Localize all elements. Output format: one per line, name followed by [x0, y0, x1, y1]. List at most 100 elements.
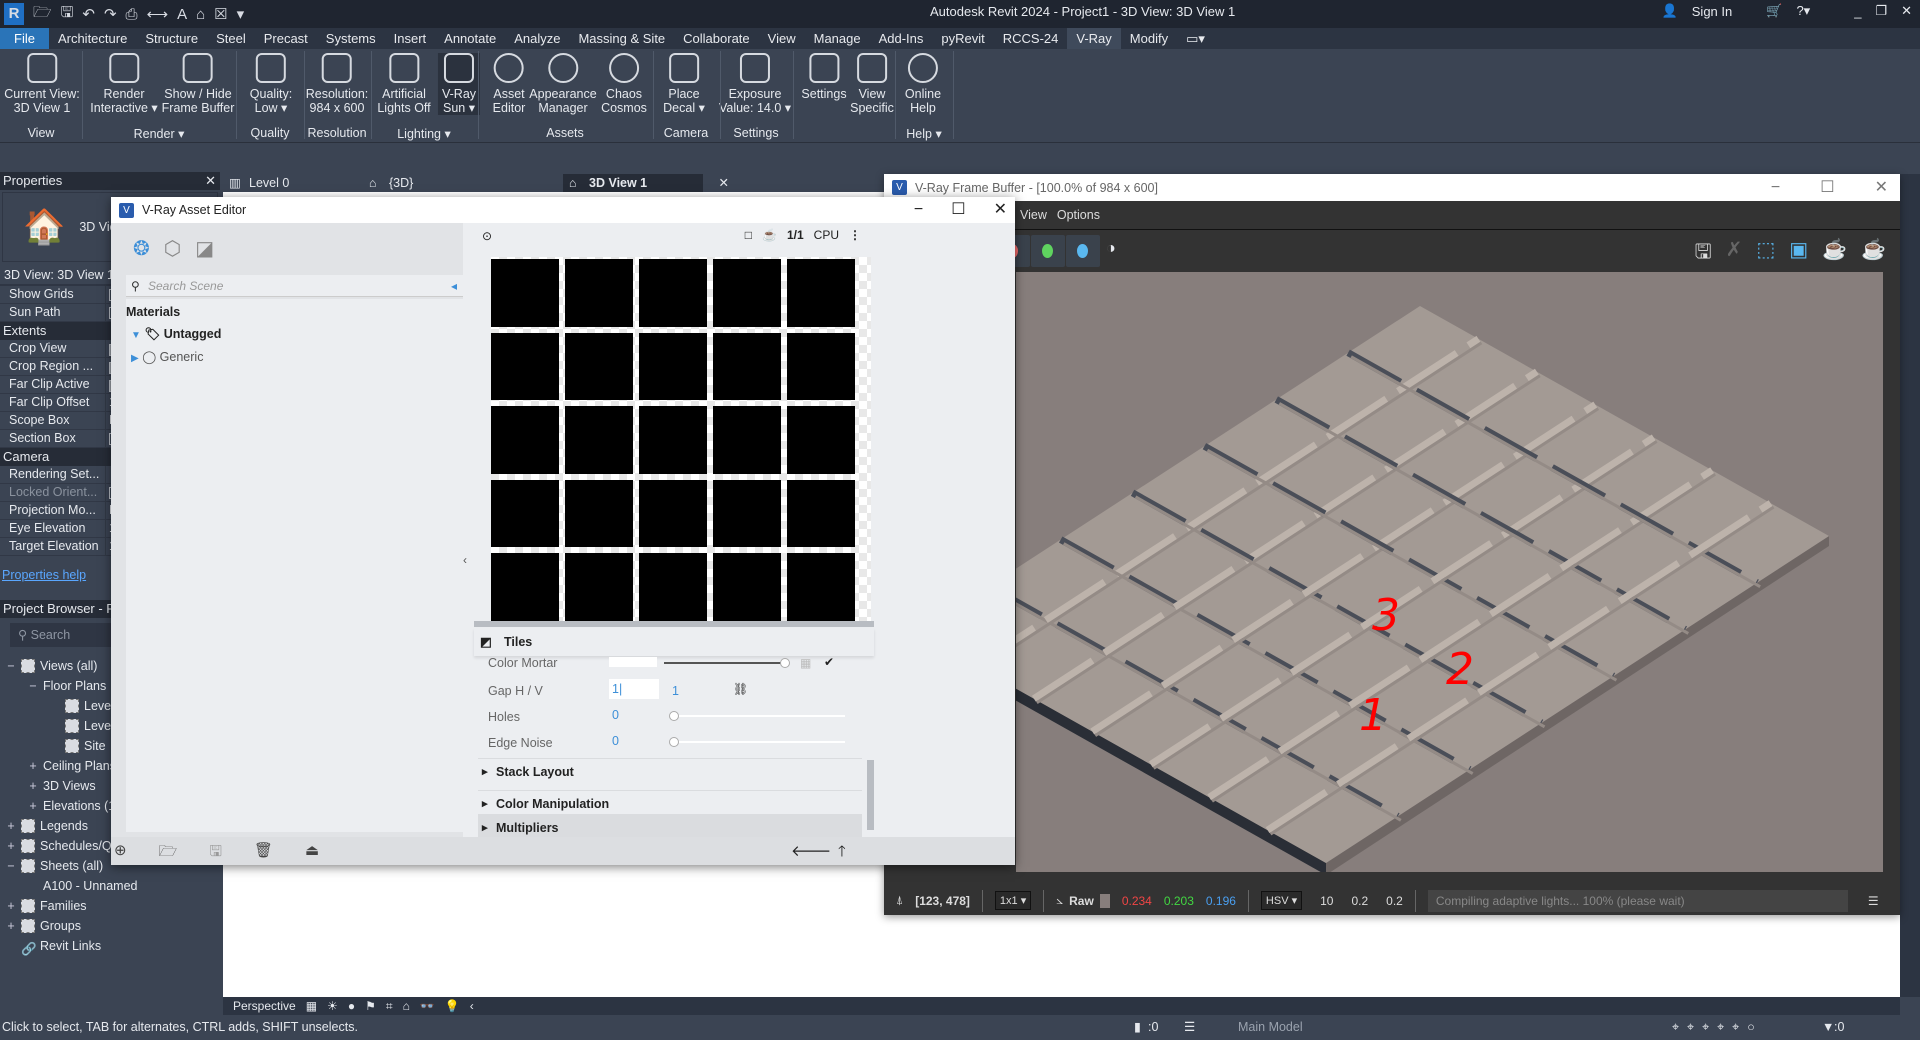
- close-tab-icon[interactable]: ✕: [719, 174, 729, 192]
- minimize-button[interactable]: _: [1854, 4, 1861, 19]
- resolution-button[interactable]: Resolution: 984 x 600: [306, 53, 368, 115]
- close-button[interactable]: ✕: [994, 197, 1007, 223]
- active-model[interactable]: Main Model: [1238, 1015, 1303, 1040]
- rollout-color-manipulation[interactable]: Color Manipulation: [478, 790, 862, 817]
- selection-icons[interactable]: ⌖⌖⌖⌖⌖○: [1672, 1015, 1763, 1040]
- minimize-button[interactable]: −: [1771, 174, 1780, 201]
- ribbon-display-toggle-icon[interactable]: ▭▾: [1177, 28, 1214, 49]
- expand-icon[interactable]: +: [6, 916, 16, 936]
- maximize-button[interactable]: ☐: [951, 197, 965, 223]
- save-file-icon[interactable]: 🖫: [209, 841, 222, 866]
- expand-icon[interactable]: +: [28, 776, 38, 796]
- render-image[interactable]: 3 2 1: [1016, 272, 1883, 872]
- ribbon-panel-label[interactable]: Help ▾: [906, 126, 941, 141]
- gear-button[interactable]: Settings: [801, 53, 847, 101]
- ribbon-tab-collaborate[interactable]: Collaborate: [674, 28, 759, 49]
- ribbon-tab-architecture[interactable]: Architecture: [49, 28, 136, 49]
- ribbon-tab-structure[interactable]: Structure: [136, 28, 207, 49]
- color-mortar-checkbox[interactable]: ✔: [824, 655, 834, 669]
- collapse-icon[interactable]: −: [6, 656, 16, 676]
- tree-item-untagged[interactable]: ▼ 🏷 Untagged: [126, 327, 463, 349]
- cart-icon[interactable]: 🛒: [1766, 3, 1782, 19]
- collapse-icon[interactable]: −: [6, 856, 16, 876]
- ribbon-tab-v-ray[interactable]: V-Ray: [1067, 28, 1121, 49]
- chaos-cosmos-button[interactable]: Chaos Cosmos: [601, 53, 647, 115]
- holes-slider[interactable]: [669, 711, 845, 721]
- ribbon-tab-insert[interactable]: Insert: [385, 28, 436, 49]
- asset-editor-button[interactable]: Asset Editor: [493, 53, 525, 115]
- view-tab[interactable]: ⌂ 3D View 1 ✕: [563, 174, 729, 192]
- customize-qat-icon[interactable]: ▾: [237, 5, 245, 23]
- blue-channel-button[interactable]: [1066, 235, 1100, 267]
- alpha-channel-icon[interactable]: ◑: [1106, 240, 1116, 258]
- text-icon[interactable]: A: [177, 6, 187, 23]
- close-button[interactable]: ✕: [1901, 3, 1912, 19]
- stop-render-icon[interactable]: ☕: [1861, 237, 1886, 271]
- back-arrow-icon[interactable]: 🡐: [791, 841, 831, 860]
- search-scene-input[interactable]: ⚲ Search Scene ◂: [126, 275, 463, 297]
- expand-icon[interactable]: +: [28, 796, 38, 816]
- material-item-generic[interactable]: ▶ ◯ Generic: [126, 349, 463, 371]
- current-view-button[interactable]: Current View: 3D View 1: [4, 53, 80, 115]
- visual-style-icon[interactable]: ▦: [306, 999, 317, 1013]
- sign-in-button[interactable]: Sign In: [1692, 4, 1732, 19]
- collapse-icon[interactable]: −: [28, 676, 38, 696]
- view-tab[interactable]: ▥ Level 0: [223, 174, 363, 192]
- zoom-dropdown[interactable]: 1x1 ▾: [994, 891, 1032, 910]
- layers-icon[interactable]: ☰: [1868, 894, 1879, 908]
- close-hidden-icon[interactable]: ☒: [214, 5, 227, 23]
- ribbon-tab-systems[interactable]: Systems: [317, 28, 385, 49]
- open-file-icon[interactable]: 🗁: [159, 841, 178, 866]
- undo-icon[interactable]: ↶: [82, 5, 95, 23]
- save-image-icon[interactable]: 🖫: [1695, 237, 1712, 271]
- expand-icon[interactable]: +: [28, 756, 38, 776]
- green-channel-button[interactable]: [1031, 235, 1065, 267]
- expand-arrow-icon[interactable]: ▼: [131, 330, 141, 341]
- ribbon-tab-file[interactable]: File: [0, 28, 49, 49]
- place-decal-button[interactable]: Place Decal ▾: [663, 53, 705, 115]
- worksets-icon[interactable]: ▮: [1134, 1015, 1141, 1040]
- view-mode-label[interactable]: Perspective: [233, 999, 296, 1013]
- save-icon[interactable]: 🖫: [61, 2, 74, 27]
- user-icon[interactable]: 👤: [1662, 3, 1678, 19]
- design-options-icon[interactable]: ☰: [1184, 1015, 1195, 1040]
- light-bulb-button[interactable]: Artificial Lights Off: [377, 53, 431, 115]
- purge-icon[interactable]: ⏏: [305, 841, 319, 866]
- view-specific-button[interactable]: View Specific: [850, 53, 894, 115]
- shadows-icon[interactable]: ●: [348, 999, 355, 1013]
- pixel-lock-icon[interactable]: ⍋: [896, 893, 903, 908]
- render-teapot-icon[interactable]: ☕: [1822, 237, 1847, 271]
- ribbon-tab-annotate[interactable]: Annotate: [435, 28, 505, 49]
- clear-image-icon[interactable]: ✗: [1726, 237, 1743, 271]
- menu-options[interactable]: Options: [1057, 201, 1100, 229]
- ribbon-panel-label[interactable]: Lighting ▾: [397, 126, 451, 141]
- ribbon-tab-view[interactable]: View: [759, 28, 805, 49]
- home-3d-icon[interactable]: ⌂: [196, 6, 205, 23]
- properties-help-link[interactable]: Properties help: [2, 568, 86, 582]
- texture-slot-icon[interactable]: ▦: [800, 656, 811, 670]
- more-options-icon[interactable]: ⋮: [849, 228, 861, 242]
- revit-logo-icon[interactable]: R: [4, 3, 24, 25]
- collapse-pane-arrow[interactable]: ‹: [463, 553, 474, 567]
- collapse-icon[interactable]: ‹: [470, 999, 474, 1013]
- ribbon-tab-rccs-24[interactable]: RCCS-24: [994, 28, 1068, 49]
- open-icon[interactable]: 🗁: [33, 2, 52, 27]
- measure-icon[interactable]: ⟷: [147, 5, 169, 23]
- appearance-manager-button[interactable]: Appearance Manager: [529, 53, 597, 115]
- hide-isolate-icon[interactable]: 👓: [420, 999, 435, 1013]
- gap-v-value[interactable]: 1: [672, 684, 679, 698]
- close-icon[interactable]: ✕: [205, 172, 216, 190]
- restore-button[interactable]: ❐: [1875, 3, 1887, 19]
- delete-icon[interactable]: 🗑: [254, 841, 273, 866]
- expand-arrow-icon[interactable]: ▶: [131, 353, 139, 364]
- minimize-button[interactable]: −: [914, 197, 923, 223]
- preview-ratio[interactable]: 1/1: [787, 228, 804, 242]
- quality-button[interactable]: Quality: Low ▾: [250, 53, 292, 115]
- ribbon-tab-analyze[interactable]: Analyze: [505, 28, 569, 49]
- render-icon[interactable]: ⚑: [365, 999, 376, 1013]
- help-icon[interactable]: ?▾: [1796, 3, 1810, 19]
- ribbon-tab-pyrevit[interactable]: pyRevit: [932, 28, 993, 49]
- browser-item[interactable]: + Families: [0, 896, 220, 916]
- lock-view-icon[interactable]: ⌂: [403, 999, 410, 1013]
- curve-icon[interactable]: ⦣: [1056, 893, 1063, 908]
